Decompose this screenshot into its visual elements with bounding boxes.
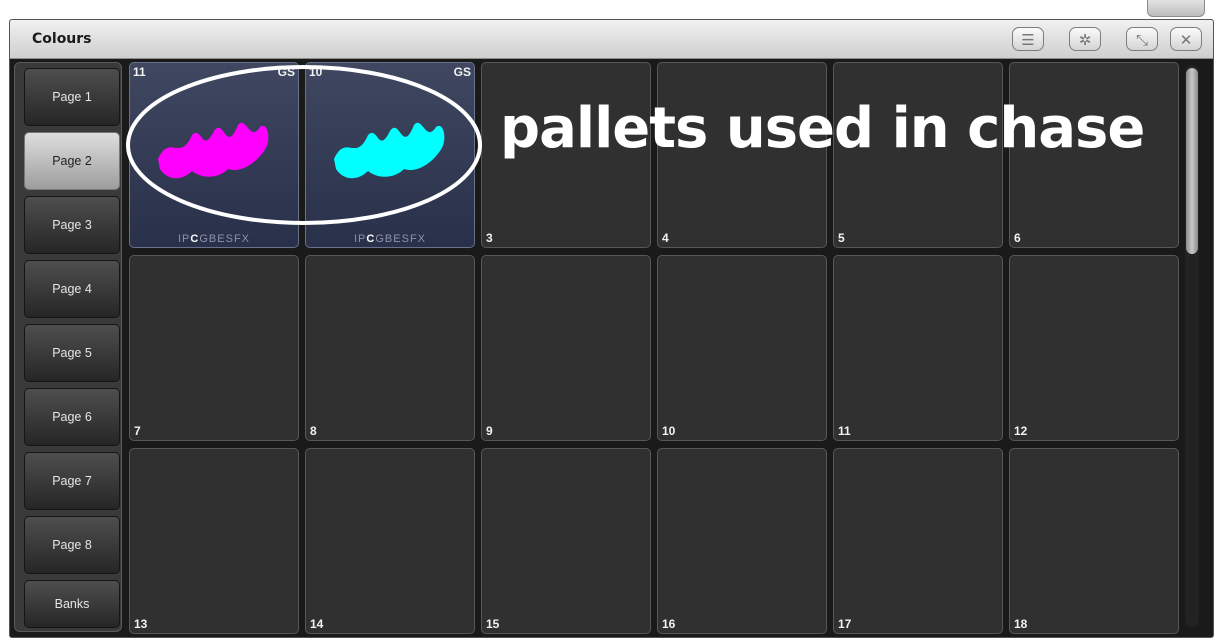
attr-s: S bbox=[225, 233, 234, 245]
gear-icon: ✲ bbox=[1078, 31, 1092, 49]
palette-cell-10b[interactable]: 10 bbox=[657, 255, 827, 441]
window-drag-tab[interactable] bbox=[1147, 0, 1205, 17]
annotation-text: pallets used in chase bbox=[500, 96, 1145, 161]
cell-number: 7 bbox=[134, 424, 141, 438]
cell-number: 17 bbox=[838, 617, 852, 631]
title-bar: Colours ☰ ✲ ⤡ ✕ bbox=[10, 20, 1213, 59]
cell-number: 6 bbox=[1014, 231, 1021, 245]
page-2-button[interactable]: Page 2 bbox=[24, 132, 120, 190]
resize-icon: ⤡ bbox=[1135, 31, 1148, 49]
settings-button[interactable]: ✲ bbox=[1069, 27, 1101, 51]
palette-cell-9[interactable]: 9 bbox=[481, 255, 651, 441]
attr-g: G bbox=[375, 233, 385, 245]
cell-number: 18 bbox=[1014, 617, 1028, 631]
list-icon: ☰ bbox=[1021, 31, 1035, 49]
cell-number: 12 bbox=[1014, 424, 1028, 438]
close-icon: ✕ bbox=[1179, 31, 1193, 49]
page-6-button[interactable]: Page 6 bbox=[24, 388, 120, 446]
palette-cell-8[interactable]: 8 bbox=[305, 255, 475, 441]
banks-button[interactable]: Banks bbox=[24, 580, 120, 628]
page-7-button[interactable]: Page 7 bbox=[24, 452, 120, 510]
cell-number: 16 bbox=[662, 617, 676, 631]
cell-number: 5 bbox=[838, 231, 845, 245]
close-button[interactable]: ✕ bbox=[1170, 27, 1202, 51]
scrollbar-thumb[interactable] bbox=[1186, 68, 1198, 254]
cell-number: 9 bbox=[486, 424, 493, 438]
palette-cell-16[interactable]: 16 bbox=[657, 448, 827, 634]
page-3-button[interactable]: Page 3 bbox=[24, 196, 120, 254]
palette-cell-14[interactable]: 14 bbox=[305, 448, 475, 634]
attribute-flags: IPCGBESFX bbox=[130, 233, 298, 245]
page-sidebar: Page 1 Page 2 Page 3 Page 4 Page 5 Page … bbox=[14, 62, 122, 632]
attr-fx: FX bbox=[233, 233, 250, 245]
attr-b: B bbox=[208, 233, 218, 245]
palette-cell-13[interactable]: 13 bbox=[129, 448, 299, 634]
cell-number: 15 bbox=[486, 617, 500, 631]
palette-cell-12[interactable]: 12 bbox=[1009, 255, 1179, 441]
cell-number: 8 bbox=[310, 424, 317, 438]
cell-number: 13 bbox=[134, 617, 148, 631]
palette-cell-15[interactable]: 15 bbox=[481, 448, 651, 634]
palette-cell-18[interactable]: 18 bbox=[1009, 448, 1179, 634]
attribute-flags: IPCGBESFX bbox=[306, 233, 474, 245]
page-4-button[interactable]: Page 4 bbox=[24, 260, 120, 318]
resize-button[interactable]: ⤡ bbox=[1126, 27, 1158, 51]
palette-cell-11b[interactable]: 11 bbox=[833, 255, 1003, 441]
page-5-button[interactable]: Page 5 bbox=[24, 324, 120, 382]
window-title: Colours bbox=[32, 31, 92, 47]
cell-number: 11 bbox=[838, 424, 851, 438]
attr-b: B bbox=[384, 233, 394, 245]
page-1-button[interactable]: Page 1 bbox=[24, 68, 120, 126]
attr-g: G bbox=[199, 233, 209, 245]
attr-s: S bbox=[401, 233, 410, 245]
cell-number: 14 bbox=[310, 617, 324, 631]
cell-number: 3 bbox=[486, 231, 493, 245]
attr-e: E bbox=[393, 233, 402, 245]
highlight-ellipse bbox=[126, 65, 482, 225]
cell-number: 4 bbox=[662, 231, 669, 245]
cell-number: 10 bbox=[662, 424, 676, 438]
attr-c: C bbox=[366, 233, 376, 245]
attr-c: C bbox=[190, 233, 200, 245]
attr-fx: FX bbox=[409, 233, 426, 245]
menu-button[interactable]: ☰ bbox=[1012, 27, 1044, 51]
palette-cell-17[interactable]: 17 bbox=[833, 448, 1003, 634]
palette-cell-7[interactable]: 7 bbox=[129, 255, 299, 441]
page-8-button[interactable]: Page 8 bbox=[24, 516, 120, 574]
attr-e: E bbox=[217, 233, 226, 245]
